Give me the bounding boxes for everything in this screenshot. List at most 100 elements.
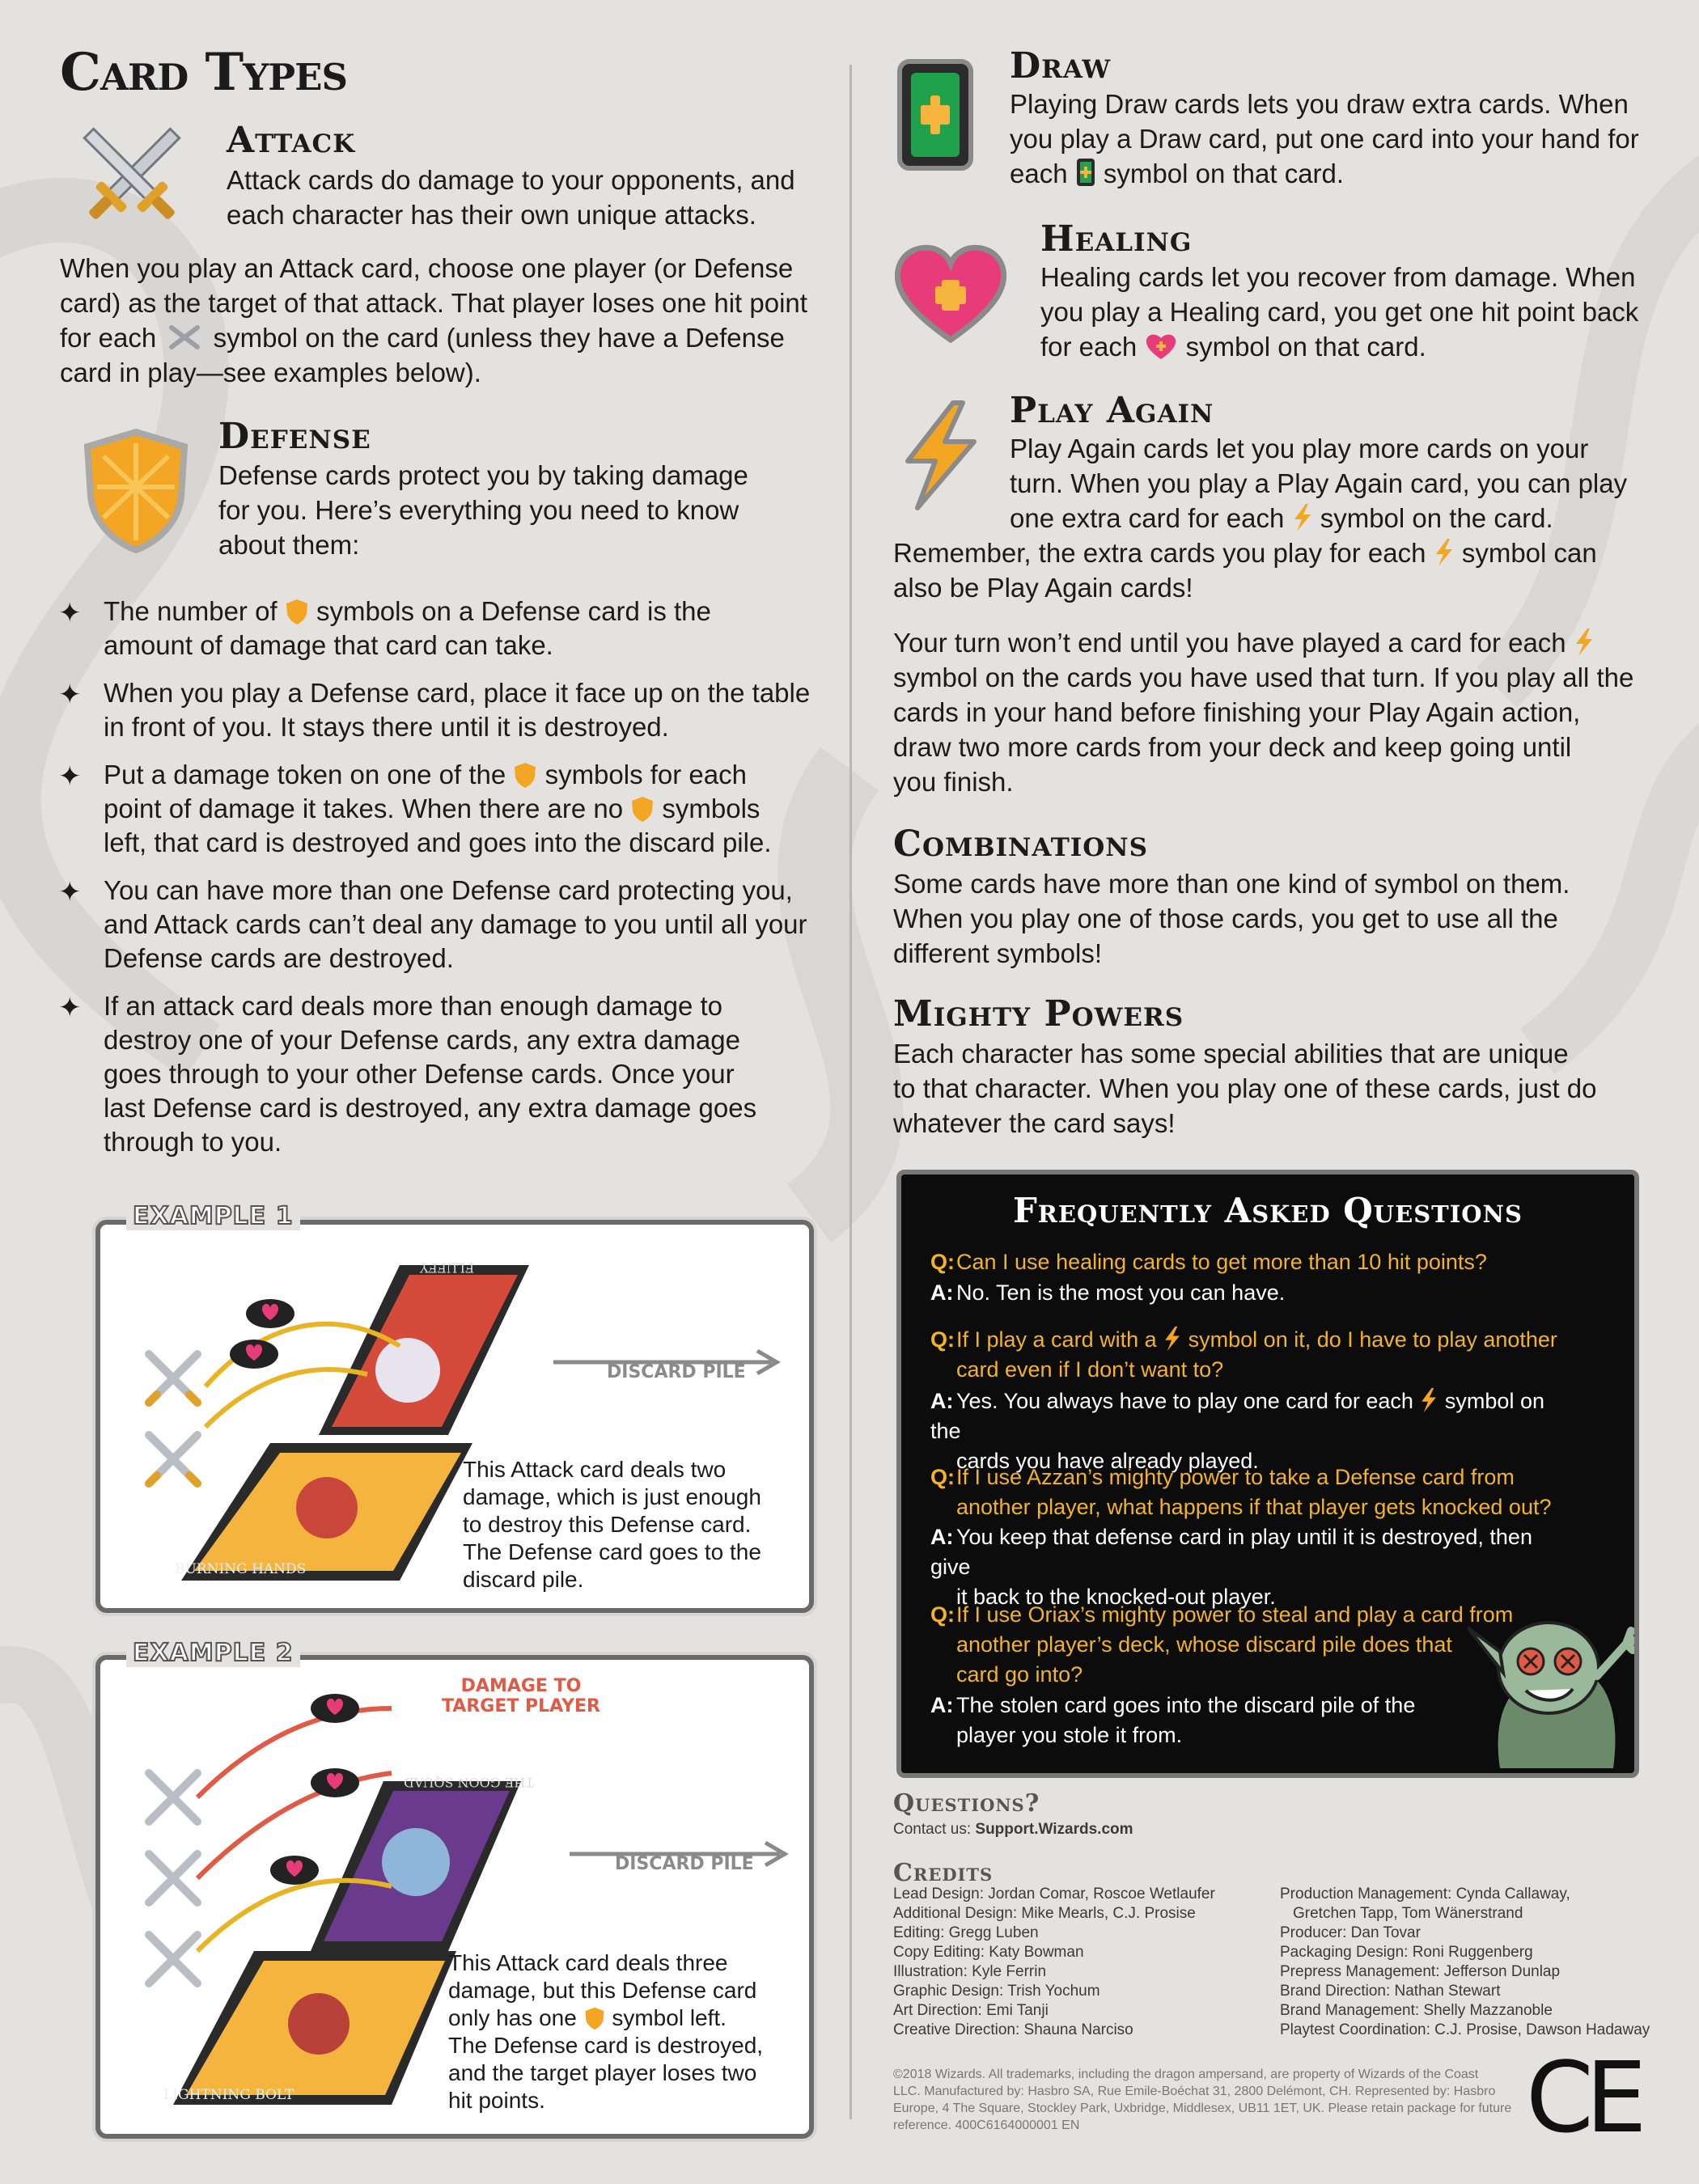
list-item: ✦ Put a damage token on one of the symbo…: [58, 758, 827, 860]
heartbreak-token-icon: [246, 1299, 294, 1328]
answer-text: The stolen card goes into the discard pi…: [956, 1693, 1416, 1717]
card-title: THE GOON SQUAD: [404, 1775, 534, 1790]
crossed-swords-icon: [83, 127, 181, 219]
swords-symbol-icon: [169, 325, 201, 349]
lightning-symbol-icon: [1435, 539, 1452, 566]
credit-line: Gretchen Tapp, Tom Wänerstrand: [1293, 1905, 1523, 1922]
contact-line: Contact us: Support.Wizards.com: [893, 1820, 1133, 1839]
list-text: in front of you. It stays there until it…: [104, 712, 669, 742]
card-title: FLUFFY: [420, 1260, 475, 1276]
turn-line: cards in your hand before finishing your…: [893, 697, 1581, 727]
combinations-body: Some cards have more than one kind of sy…: [893, 866, 1670, 971]
list-text: left, that card is destroyed and goes in…: [104, 827, 772, 857]
healing-line: for each symbol on that card.: [1040, 329, 1680, 364]
healing-heading: Healing: [1040, 218, 1193, 260]
star-bullet-icon: ✦: [58, 993, 82, 1023]
play-again-text: symbol on the card.: [1320, 503, 1553, 533]
turn-line: Your turn won’t end until you have playe…: [893, 625, 1670, 660]
card-title: BURNING HANDS: [175, 1561, 307, 1577]
shield-symbol-icon: [585, 2007, 604, 2030]
caption-line: to destroy this Defense card.: [463, 1512, 752, 1537]
faq-question: Q:If I play a card with a symbol on it, …: [930, 1325, 1570, 1385]
question-text: card even if I don’t want to?: [956, 1357, 1224, 1382]
credit-line: Lead Design: Jordan Comar, Roscoe Wetlau…: [893, 1886, 1215, 1903]
arrow-icon: [570, 1840, 789, 1868]
mighty-powers-heading: Mighty Powers: [893, 993, 1184, 1035]
example-1-box: FLUFFY BURNING HANDS DISCARD PILE This A…: [95, 1220, 814, 1613]
list-text: Defense cards are destroyed.: [104, 943, 454, 973]
play-again-body-bottom: Remember, the extra cards you play for e…: [893, 535, 1670, 605]
list-text: symbols on a Defense card is the: [316, 596, 711, 626]
caption-line: damage, which is just enough: [463, 1484, 761, 1509]
question-text: If I play a card with a: [956, 1327, 1157, 1352]
legal-text: ©2018 Wizards. All trademarks, including…: [893, 2066, 1557, 2134]
damage-to-target-label: DAMAGE TO TARGET PLAYER: [440, 1676, 602, 1716]
play-again-body-top: Play Again cards let you play more cards…: [1010, 431, 1673, 535]
combinations-line: When you play one of those cards, you ge…: [893, 904, 1558, 933]
q-label: Q:: [930, 1250, 955, 1274]
shield-symbol-icon: [515, 763, 536, 788]
list-item: ✦ The number of symbols on a Defense car…: [58, 595, 827, 662]
attack-card-image: [173, 1951, 456, 2105]
star-bullet-icon: ✦: [58, 598, 82, 629]
credit-line: Producer: Dan Tovar: [1280, 1924, 1421, 1941]
question-text: If I use Azzan’s mighty power to take a …: [956, 1465, 1515, 1489]
play-again-line: also be Play Again cards!: [893, 573, 1193, 603]
play-again-text: symbol can: [1461, 538, 1597, 568]
mighty-line: Each character has some special abilitie…: [893, 1039, 1569, 1069]
caption-line: hit points.: [448, 2088, 545, 2113]
column-divider: [850, 65, 852, 2119]
credit-line: Packaging Design: Roni Ruggenberg: [1280, 1944, 1533, 1961]
caption-text: only has one: [448, 2005, 577, 2030]
draw-body: Playing Draw cards lets you draw extra c…: [1010, 87, 1673, 191]
caption-line: only has one symbol left.: [448, 2004, 796, 2032]
crossed-swords-icon: [145, 1769, 201, 1826]
arrow-icon: [553, 1348, 781, 1376]
lightning-symbol-icon: [1421, 1387, 1437, 1413]
credit-line: Brand Direction: Nathan Stewart: [1280, 1983, 1501, 2000]
caption-line: discard pile.: [463, 1567, 584, 1592]
credits-heading: Credits: [893, 1859, 994, 1887]
defense-intro: Defense cards protect you by taking dama…: [218, 458, 817, 562]
answer-text: Yes. You always have to play one card fo…: [956, 1389, 1413, 1413]
legal-line: reference. 400C6164000001 EN: [893, 2118, 1080, 2132]
attack-card-image: [181, 1443, 472, 1581]
heartbreak-token-icon: [311, 1768, 359, 1797]
caption-line: and the target player loses two: [448, 2060, 757, 2085]
credits-right: Production Management: Cynda Callaway, G…: [1280, 1885, 1684, 2040]
attack-intro-line: each character has their own unique atta…: [227, 200, 756, 230]
turn-line: draw two more cards from your deck and k…: [893, 732, 1572, 762]
heartbreak-token-icon: [270, 1856, 319, 1885]
faq-question: Q:Can I use healing cards to get more th…: [930, 1247, 1570, 1277]
shield-symbol-icon: [632, 797, 654, 822]
attack-intro-line: Attack cards do damage to your opponents…: [227, 165, 795, 195]
a-label: A:: [930, 1389, 954, 1413]
faq-answer: A: No. Ten is the most you can have.: [930, 1278, 1570, 1308]
list-text: goes through to your other Defense cards…: [104, 1059, 735, 1089]
healing-text: for each: [1040, 332, 1138, 362]
q-label: Q:: [930, 1465, 955, 1489]
contact-link[interactable]: Support.Wizards.com: [975, 1821, 1133, 1838]
q-label: Q:: [930, 1327, 955, 1352]
defense-rules-list: ✦ The number of symbols on a Defense car…: [58, 595, 827, 1173]
crossed-swords-icon: [145, 1431, 201, 1488]
attack-body-text: for each: [60, 323, 157, 353]
list-text: and Attack cards can’t deal any damage t…: [104, 909, 807, 939]
play-again-text: Remember, the extra cards you play for e…: [893, 538, 1426, 568]
legal-line: ©2018 Wizards. All trademarks, including…: [893, 2068, 1479, 2081]
turn-end-paragraph: Your turn won’t end until you have playe…: [893, 625, 1670, 799]
a-label: A:: [930, 1693, 954, 1717]
turn-text: Your turn won’t end until you have playe…: [893, 628, 1566, 658]
play-again-heading: Play Again: [1010, 390, 1214, 431]
example-1-tag: EXAMPLE 1: [126, 1201, 300, 1231]
play-again-text: one extra card for each: [1010, 503, 1285, 533]
list-text: through to you.: [104, 1127, 282, 1157]
contact-label: Contact us:: [893, 1821, 972, 1838]
lightning-symbol-icon: [1165, 1326, 1180, 1352]
heartbreak-token-icon: [230, 1340, 278, 1369]
heart-symbol-icon: [1146, 334, 1176, 359]
defense-card-image: [311, 1781, 521, 1951]
list-text: last Defense card is destroyed, any extr…: [104, 1093, 757, 1123]
example-2-tag: EXAMPLE 2: [126, 1638, 300, 1668]
attack-body-text: symbol on the card (unless they have a D…: [213, 323, 785, 353]
